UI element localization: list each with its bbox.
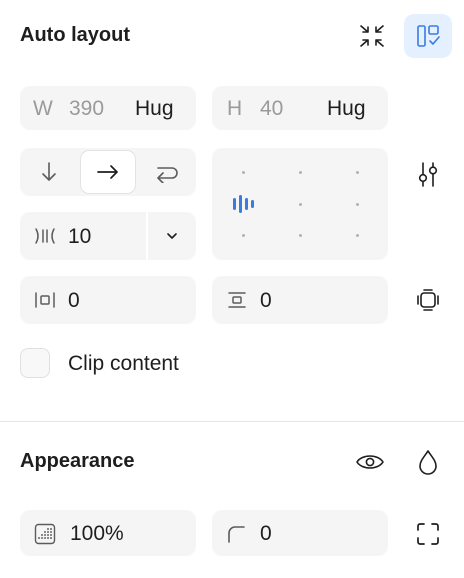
corner-radius-field[interactable]: 0 [212,510,388,556]
width-field[interactable]: W 390 Hug [20,86,196,130]
direction-wrap-button[interactable] [138,148,196,196]
corners-icon [415,521,441,547]
align-bottom-right-dot[interactable] [356,234,359,237]
down-arrow-icon [39,160,59,184]
alignment-grid[interactable] [212,148,388,260]
clip-content-label: Clip content [68,352,179,375]
section-divider [0,421,464,422]
gap-dropdown-button[interactable] [148,212,196,260]
toggle-visibility-button[interactable] [350,442,390,482]
padding-frame-icon [415,287,441,313]
align-center-dot[interactable] [299,203,302,206]
align-bottom-center-dot[interactable] [299,234,302,237]
vertical-padding-value[interactable]: 0 [260,289,272,313]
align-center-left-indicator[interactable] [233,195,255,218]
direction-horizontal-button[interactable] [80,150,136,194]
horizontal-padding-field[interactable]: 0 [20,276,196,324]
clip-content-checkbox[interactable] [20,348,50,378]
direction-control [20,148,196,196]
height-sizing-mode[interactable]: Hug [327,97,366,121]
height-field[interactable]: H 40 Hug [212,86,388,130]
corner-radius-icon [227,525,245,548]
gap-icon [34,227,56,250]
align-top-left-dot[interactable] [242,171,245,174]
suggest-auto-layout-button[interactable] [404,14,452,58]
horizontal-padding-icon [34,291,56,314]
opacity-value[interactable]: 100% [70,522,124,546]
align-bottom-left-dot[interactable] [242,234,245,237]
appearance-title: Appearance [20,450,135,472]
vertical-padding-icon [226,291,248,314]
auto-layout-title: Auto layout [20,24,130,46]
direction-vertical-button[interactable] [20,148,78,196]
height-value[interactable]: 40 [260,97,283,121]
droplet-icon [417,448,439,476]
vertical-padding-field[interactable]: 0 [212,276,388,324]
width-sizing-mode[interactable]: Hug [135,97,174,121]
layout-settings-button[interactable] [408,154,448,194]
opacity-icon [34,523,56,550]
corner-radius-value[interactable]: 0 [260,522,272,546]
width-value[interactable]: 390 [69,97,104,121]
gap-field[interactable]: 10 [20,212,196,260]
collapse-auto-layout-button[interactable] [352,16,392,56]
horizontal-padding-value[interactable]: 0 [68,289,80,313]
wrap-arrow-icon [154,161,180,183]
independent-corners-button[interactable] [408,514,448,554]
right-arrow-icon [95,162,121,182]
blend-mode-button[interactable] [408,442,448,482]
sliders-icon [415,160,441,188]
align-center-right-dot[interactable] [356,203,359,206]
individual-padding-button[interactable] [408,280,448,320]
collapse-arrows-icon [358,22,386,50]
opacity-field[interactable]: 100% [20,510,196,556]
height-label: H [227,97,243,120]
width-label: W [33,97,53,120]
layout-check-icon [414,22,442,50]
align-top-right-dot[interactable] [356,171,359,174]
chevron-down-icon [165,231,179,241]
align-top-center-dot[interactable] [299,171,302,174]
eye-icon [355,451,385,473]
gap-value[interactable]: 10 [68,225,91,249]
